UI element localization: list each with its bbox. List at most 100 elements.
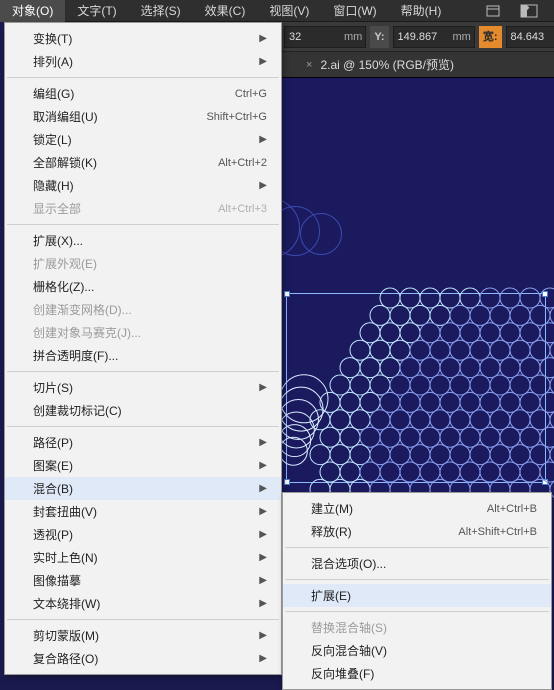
submenu-item[interactable]: 混合选项(O)... xyxy=(283,552,551,575)
menu-item[interactable]: 隐藏(H)▶ xyxy=(5,174,281,197)
menu-window[interactable]: 窗口(W) xyxy=(321,0,388,22)
menu-item-label: 编组(G) xyxy=(33,85,235,102)
submenu-item-label: 反向堆叠(F) xyxy=(311,665,537,682)
menu-item-label: 图案(E) xyxy=(33,457,259,474)
menu-item-label: 栅格化(Z)... xyxy=(33,278,267,295)
menu-item-label: 显示全部 xyxy=(33,200,218,217)
x-value-input[interactable] xyxy=(285,27,341,47)
menu-help[interactable]: 帮助(H) xyxy=(389,0,454,22)
submenu-item-label: 释放(R) xyxy=(311,523,458,540)
submenu-shortcut: Alt+Shift+Ctrl+B xyxy=(458,526,537,538)
menu-effect[interactable]: 效果(C) xyxy=(193,0,258,22)
menu-shortcut: Alt+Ctrl+2 xyxy=(218,157,267,169)
menu-item[interactable]: 透视(P)▶ xyxy=(5,523,281,546)
menu-item-label: 锁定(L) xyxy=(33,131,259,148)
menu-item-label: 扩展(X)... xyxy=(33,232,267,249)
menu-item[interactable]: 编组(G)Ctrl+G xyxy=(5,82,281,105)
submenu-shortcut: Alt+Ctrl+B xyxy=(487,503,537,515)
y-unit: mm xyxy=(450,31,474,43)
submenu-arrow-icon: ▶ xyxy=(259,382,267,393)
menu-item-label: 创建渐变网格(D)... xyxy=(33,301,267,318)
menu-separator xyxy=(285,579,549,580)
submenu-item[interactable]: 建立(M)Alt+Ctrl+B xyxy=(283,497,551,520)
menu-shortcut: Shift+Ctrl+G xyxy=(206,111,267,123)
submenu-arrow-icon: ▶ xyxy=(259,483,267,494)
menu-shortcut: Ctrl+G xyxy=(235,88,267,100)
y-value-input[interactable] xyxy=(394,27,450,47)
layout-icon[interactable] xyxy=(520,4,538,18)
menu-item-label: 取消编组(U) xyxy=(33,108,206,125)
submenu-arrow-icon: ▶ xyxy=(259,598,267,609)
menu-item-label: 扩展外观(E) xyxy=(33,255,267,272)
menu-item-label: 透视(P) xyxy=(33,526,259,543)
menu-item[interactable]: 锁定(L)▶ xyxy=(5,128,281,151)
y-label: Y: xyxy=(370,26,388,48)
menubar: 对象(O) 文字(T) 选择(S) 效果(C) 视图(V) 窗口(W) 帮助(H… xyxy=(0,0,554,22)
w-label: 宽: xyxy=(479,26,502,48)
menu-item[interactable]: 切片(S)▶ xyxy=(5,376,281,399)
submenu-arrow-icon: ▶ xyxy=(259,653,267,664)
submenu-arrow-icon: ▶ xyxy=(259,575,267,586)
menu-item[interactable]: 创建裁切标记(C) xyxy=(5,399,281,422)
menu-item-label: 隐藏(H) xyxy=(33,177,259,194)
submenu-item-label: 建立(M) xyxy=(311,500,487,517)
menu-item-label: 实时上色(N) xyxy=(33,549,259,566)
menu-item[interactable]: 拼合透明度(F)... xyxy=(5,344,281,367)
menu-item[interactable]: 图案(E)▶ xyxy=(5,454,281,477)
menu-item-label: 切片(S) xyxy=(33,379,259,396)
menu-item[interactable]: 取消编组(U)Shift+Ctrl+G xyxy=(5,105,281,128)
menu-item: 创建对象马赛克(J)... xyxy=(5,321,281,344)
menu-item-label: 全部解锁(K) xyxy=(33,154,218,171)
menu-item[interactable]: 剪切蒙版(M)▶ xyxy=(5,624,281,647)
submenu-arrow-icon: ▶ xyxy=(259,552,267,563)
menu-item-label: 路径(P) xyxy=(33,434,259,451)
w-value-input[interactable] xyxy=(507,27,554,47)
menu-type[interactable]: 文字(T) xyxy=(65,0,128,22)
menu-item-label: 剪切蒙版(M) xyxy=(33,627,259,644)
menu-view[interactable]: 视图(V) xyxy=(257,0,321,22)
menu-separator xyxy=(285,547,549,548)
menu-item-label: 变换(T) xyxy=(33,30,259,47)
menu-item[interactable]: 图像描摹▶ xyxy=(5,569,281,592)
menu-item[interactable]: 扩展(X)... xyxy=(5,229,281,252)
menu-item-label: 混合(B) xyxy=(33,480,259,497)
menu-item[interactable]: 全部解锁(K)Alt+Ctrl+2 xyxy=(5,151,281,174)
menu-separator xyxy=(7,371,279,372)
menu-shortcut: Alt+Ctrl+3 xyxy=(218,203,267,215)
submenu-item[interactable]: 释放(R)Alt+Shift+Ctrl+B xyxy=(283,520,551,543)
submenu-item[interactable]: 扩展(E) xyxy=(283,584,551,607)
menu-item[interactable]: 文本绕排(W)▶ xyxy=(5,592,281,615)
submenu-arrow-icon: ▶ xyxy=(259,506,267,517)
menu-item: 扩展外观(E) xyxy=(5,252,281,275)
menu-item-label: 创建裁切标记(C) xyxy=(33,402,267,419)
menu-separator xyxy=(285,611,549,612)
menu-separator xyxy=(7,77,279,78)
menu-item[interactable]: 复合路径(O)▶ xyxy=(5,647,281,670)
document-tabs: 2.ai @ 150% (RGB/预览) xyxy=(280,52,554,78)
menu-item-label: 封套扭曲(V) xyxy=(33,503,259,520)
menu-item[interactable]: 变换(T)▶ xyxy=(5,27,281,50)
submenu-item-label: 反向混合轴(V) xyxy=(311,642,537,659)
menu-item: 创建渐变网格(D)... xyxy=(5,298,281,321)
menu-item[interactable]: 封套扭曲(V)▶ xyxy=(5,500,281,523)
toolbar-right xyxy=(484,4,554,18)
submenu-item[interactable]: 反向混合轴(V) xyxy=(283,639,551,662)
submenu-arrow-icon: ▶ xyxy=(259,630,267,641)
menu-item[interactable]: 路径(P)▶ xyxy=(5,431,281,454)
menu-item-label: 文本绕排(W) xyxy=(33,595,259,612)
submenu-arrow-icon: ▶ xyxy=(259,33,267,44)
menu-item[interactable]: 排列(A)▶ xyxy=(5,50,281,73)
doc-icon[interactable] xyxy=(484,4,502,18)
menu-select[interactable]: 选择(S) xyxy=(129,0,193,22)
menu-item: 显示全部Alt+Ctrl+3 xyxy=(5,197,281,220)
menu-item-label: 创建对象马赛克(J)... xyxy=(33,324,267,341)
menu-item-label: 排列(A) xyxy=(33,53,259,70)
close-icon[interactable] xyxy=(306,59,312,71)
menu-object[interactable]: 对象(O) xyxy=(0,0,65,22)
tab-doc-2ai[interactable]: 2.ai @ 150% (RGB/预览) xyxy=(294,52,466,77)
menu-item[interactable]: 实时上色(N)▶ xyxy=(5,546,281,569)
menu-item[interactable]: 混合(B)▶ xyxy=(5,477,281,500)
menu-item[interactable]: 栅格化(Z)... xyxy=(5,275,281,298)
submenu-item[interactable]: 反向堆叠(F) xyxy=(283,662,551,685)
menu-separator xyxy=(7,619,279,620)
